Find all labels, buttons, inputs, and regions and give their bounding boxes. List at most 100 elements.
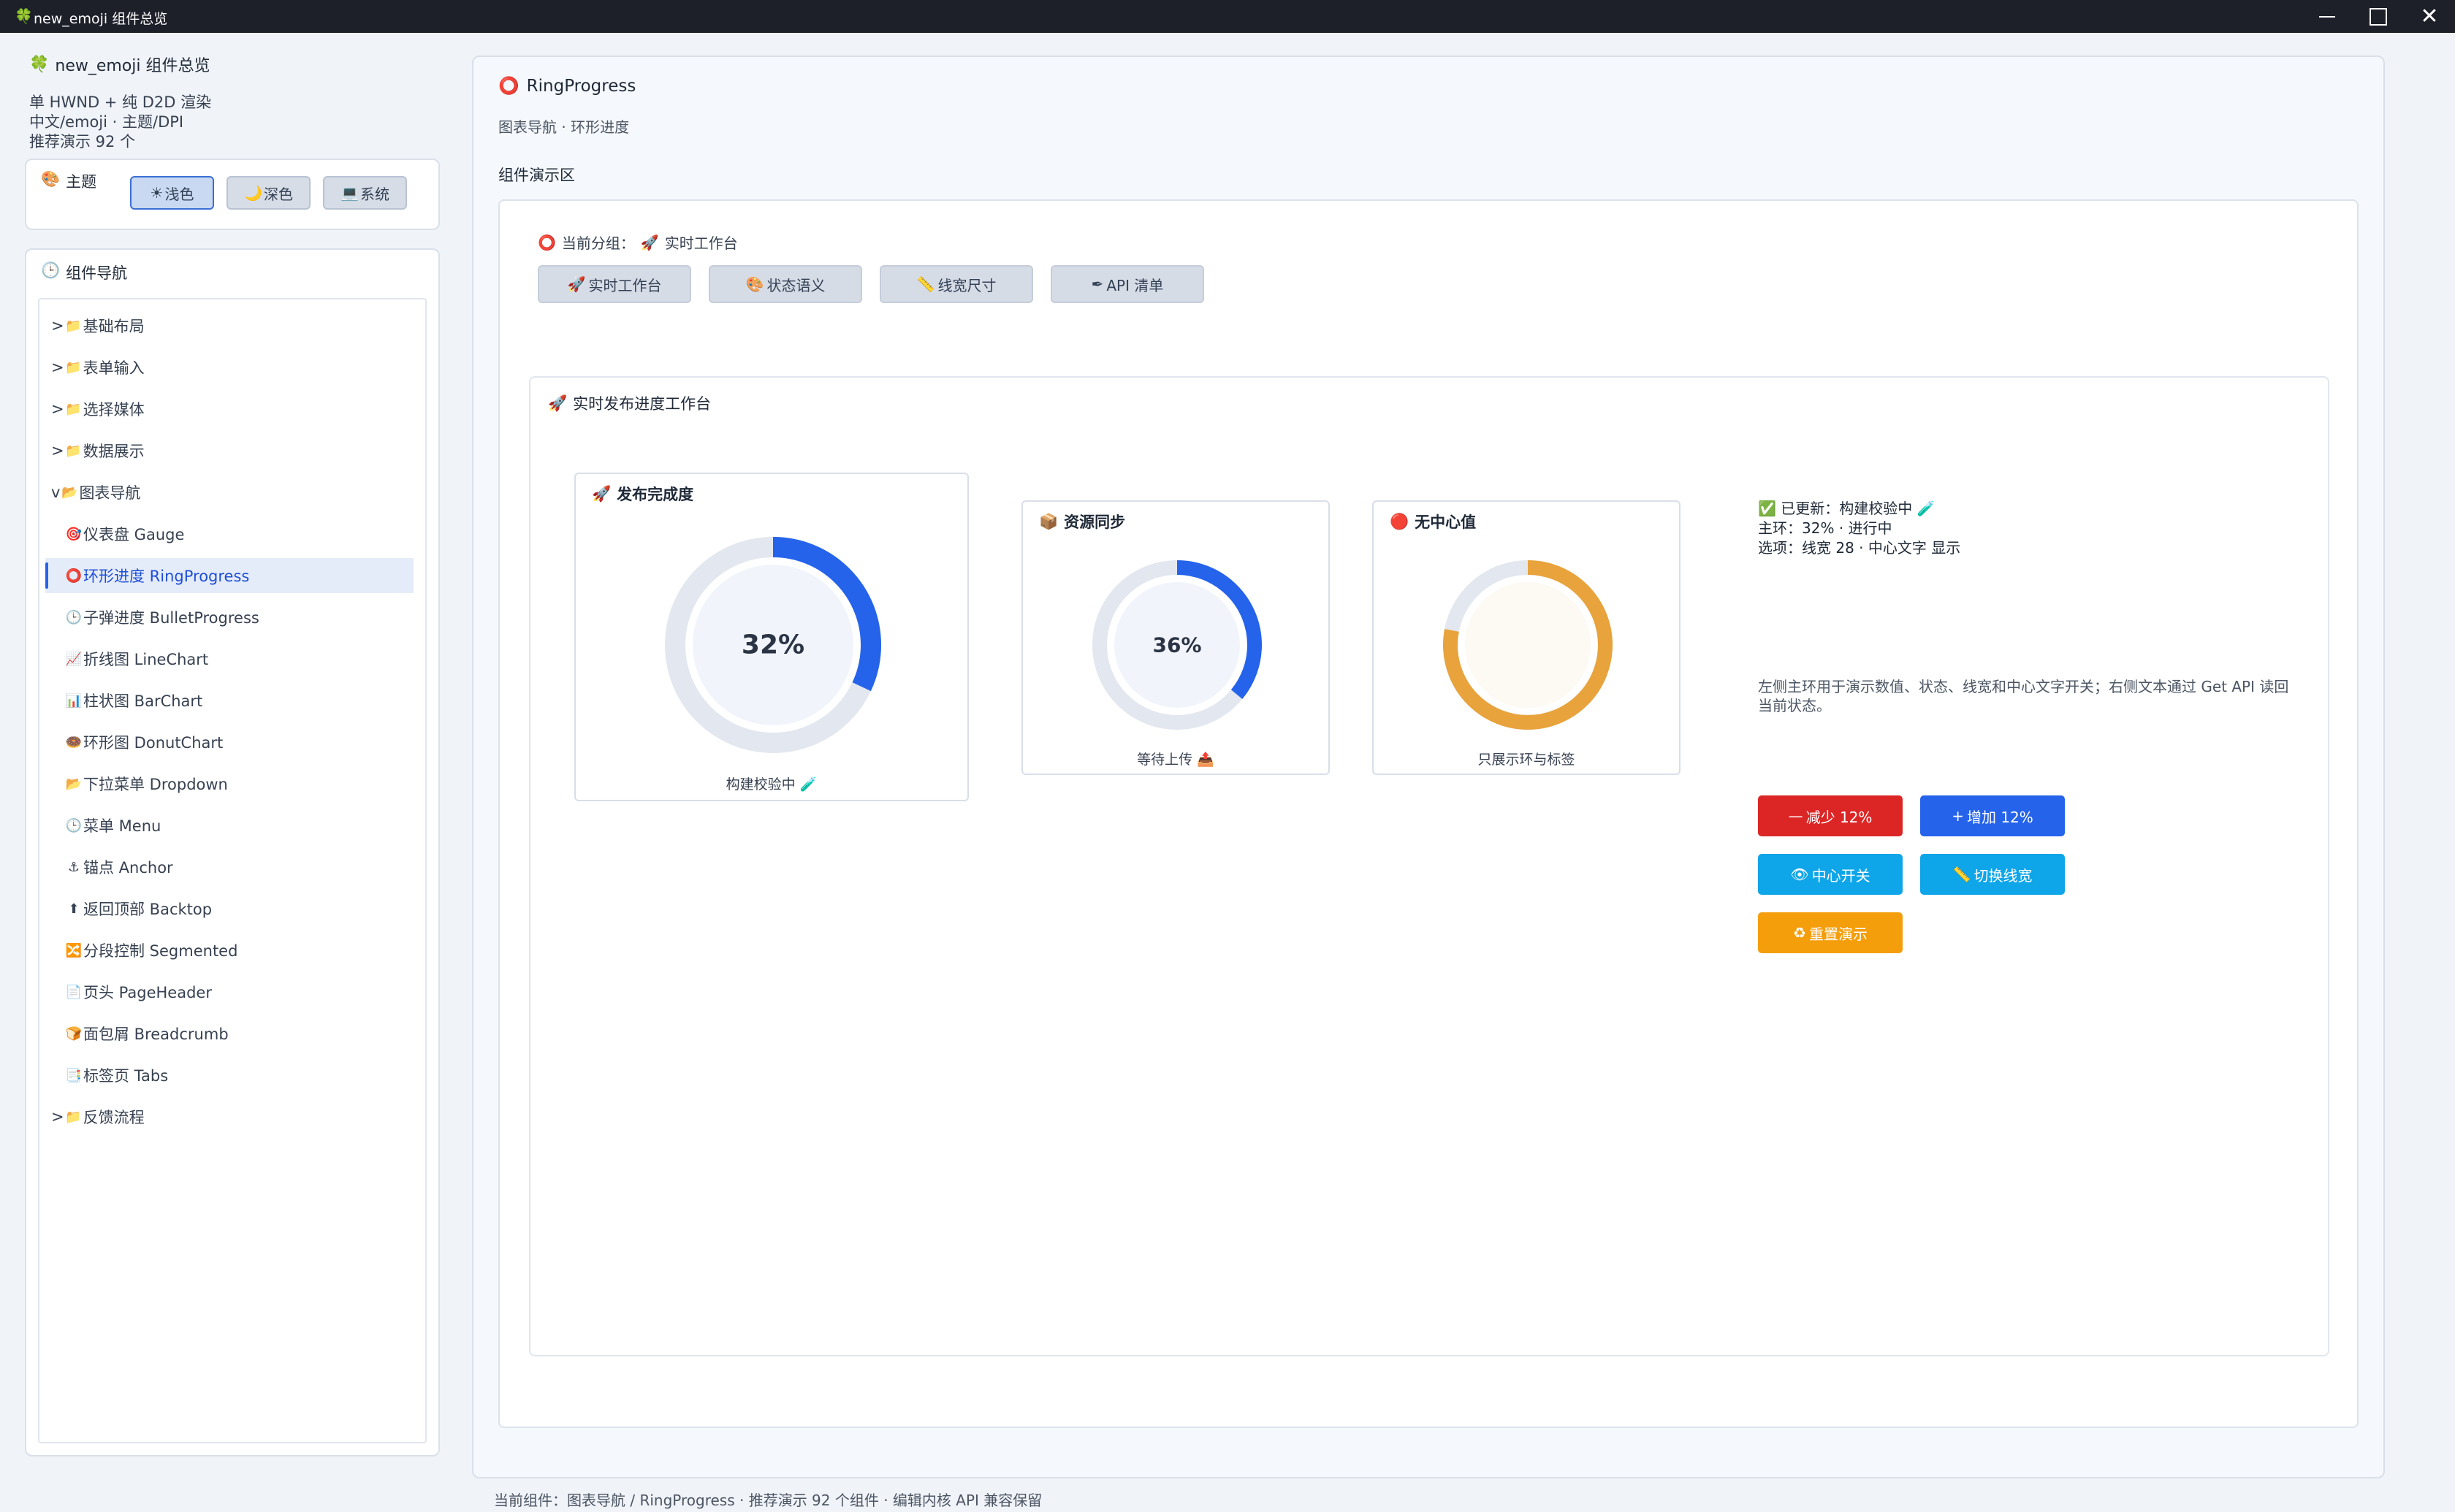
nav-item-label: 折线图 LineChart	[83, 651, 209, 668]
group-button-api[interactable]: ✒ API 清单	[1051, 265, 1204, 303]
nav-item[interactable]: 📄 页头 PageHeader	[39, 974, 414, 1009]
info-line-2: 中文/emoji · 主题/DPI	[29, 113, 184, 131]
theme-light-label: 浅色	[164, 185, 194, 203]
nav-item-label: 锚点 Anchor	[83, 859, 173, 877]
nav-item-icon: ⚓	[67, 859, 80, 875]
nav-item-icon: 🎯	[65, 526, 83, 542]
component-nav-panel: 🕒 组件导航 > 📁 基础布局 > 📁 表单输入 > 📁 选择媒体 > 📁 数据展示 v 📂 图表导航 🎯 仪表…	[25, 248, 440, 1456]
nav-item[interactable]: ⭕ 环形进度 RingProgress	[45, 558, 414, 593]
rocket-icon: 🚀	[548, 394, 568, 412]
nav-item-icon: 📑	[65, 1067, 83, 1083]
toggle-center-button[interactable]: 👁 中心开关	[1758, 854, 1903, 895]
app-header: 🍀 new_emoji 组件总览	[29, 53, 438, 76]
theme-label: 主题	[66, 173, 97, 191]
theme-system-button[interactable]: 💻 系统	[323, 176, 407, 210]
nav-item-label: 下拉菜单 Dropdown	[83, 776, 228, 793]
nav-item-label: 选择媒体	[83, 401, 145, 419]
theme-dark-label: 深色	[263, 185, 293, 203]
reset-demo-button[interactable]: ♻ 重置演示	[1758, 912, 1903, 953]
status-readout: ✅ 已更新：构建校验中 🧪 主环：32% · 进行中 选项：线宽 28 · 中心…	[1758, 499, 1960, 558]
sun-icon: ☀	[150, 184, 164, 202]
nav-item-icon: 📈	[65, 651, 83, 667]
increase-button[interactable]: + 增加 12%	[1920, 795, 2065, 836]
nav-item[interactable]: 🍩 环形图 DonutChart	[39, 725, 414, 760]
ring-progress-release: 32%	[665, 537, 881, 753]
nav-group[interactable]: > 📁 表单输入	[39, 350, 414, 385]
maximize-button[interactable]	[2353, 0, 2404, 33]
nav-item-icon: 📁	[65, 318, 82, 334]
group-name: 实时工作台	[664, 234, 738, 252]
nav-item-icon: 🍩	[65, 734, 83, 750]
nav-item[interactable]: 📑 标签页 Tabs	[39, 1058, 414, 1093]
nav-group[interactable]: > 📁 基础布局	[39, 308, 414, 343]
nav-item[interactable]: 🕒 菜单 Menu	[39, 808, 414, 843]
close-icon: ✕	[2420, 3, 2439, 29]
ring-value-label: 32%	[742, 630, 804, 660]
status-updated: ✅ 已更新：构建校验中 🧪	[1758, 500, 1936, 517]
nav-item-icon: 📂	[61, 484, 78, 500]
package-icon: 📦	[1039, 512, 1059, 530]
nav-item[interactable]: 🎯 仪表盘 Gauge	[39, 516, 414, 551]
nav-group[interactable]: > 📁 选择媒体	[39, 392, 414, 427]
ring-center	[1465, 582, 1591, 708]
info-line-3: 推荐演示 92 个	[29, 133, 136, 150]
expanded-indicator: v	[51, 484, 61, 501]
breadcrumb: 图表导航 · 环形进度	[498, 118, 630, 136]
ring-icon: ⭕	[538, 233, 556, 251]
toggle-center-label: 中心开关	[1811, 866, 1870, 885]
group-button-label: API 清单	[1106, 276, 1164, 294]
nav-item[interactable]: 🍞 面包屑 Breadcrumb	[39, 1016, 414, 1051]
plus-icon: +	[1952, 807, 1964, 825]
rocket-icon: 🚀	[567, 275, 586, 293]
group-button-realtime[interactable]: 🚀 实时工作台	[538, 265, 691, 303]
theme-light-button[interactable]: ☀ 浅色	[130, 176, 214, 210]
close-button[interactable]: ✕	[2404, 0, 2455, 33]
nav-item-icon: 🕒	[65, 609, 83, 625]
increase-label: 增加 12%	[1966, 808, 2033, 826]
theme-system-label: 系统	[359, 185, 389, 203]
collapsed-indicator: >	[51, 400, 64, 418]
app-title: new_emoji 组件总览	[55, 57, 210, 75]
recycle-icon: ♻	[1793, 924, 1806, 942]
toggle-linewidth-label: 切换线宽	[1973, 866, 2033, 885]
nav-item[interactable]: 🔀 分段控制 Segmented	[39, 933, 414, 968]
theme-panel: 🎨 主题 ☀ 浅色 🌙 深色 💻 系统	[25, 159, 440, 230]
nav-item[interactable]: 📂 下拉菜单 Dropdown	[39, 766, 414, 801]
workbench: 🚀 实时发布进度工作台 🚀 发布完成度 32% 构建校验中 🧪 📦 资源同步 3…	[529, 376, 2329, 1356]
nav-item-label: 基础布局	[83, 318, 145, 335]
nav-item-label: 环形图 DonutChart	[83, 734, 224, 752]
nav-item-label: 页头 PageHeader	[83, 984, 212, 1001]
theme-dark-button[interactable]: 🌙 深色	[227, 176, 311, 210]
ring-icon: ⭕	[498, 77, 519, 96]
nav-item[interactable]: ⬆ 返回顶部 Backtop	[39, 891, 414, 926]
demo-area: ⭕ 当前分组： 🚀 实时工作台 🚀 实时工作台 🎨 状态语义 📏 线宽尺寸 ✒ …	[498, 199, 2359, 1428]
toggle-linewidth-button[interactable]: 📏 切换线宽	[1920, 854, 2065, 895]
nav-group[interactable]: v 📂 图表导航	[39, 475, 414, 510]
nav-group[interactable]: > 📁 数据展示	[39, 433, 414, 468]
nav-item-icon: 🍞	[65, 1026, 83, 1042]
status-bar: 当前组件：图表导航 / RingProgress · 推荐演示 92 个组件 ·…	[494, 1492, 1043, 1509]
palette-icon: 🎨	[745, 275, 764, 293]
nav-item[interactable]: 🕒 子弹进度 BulletProgress	[39, 600, 414, 635]
decrease-button[interactable]: — 减少 12%	[1758, 795, 1903, 836]
group-button-linewidth[interactable]: 📏 线宽尺寸	[880, 265, 1033, 303]
nav-item[interactable]: 📊 柱状图 BarChart	[39, 683, 414, 718]
nav-item-icon: 📁	[65, 1109, 82, 1125]
minimize-button[interactable]	[2302, 0, 2353, 33]
nav-item-icon: 📁	[65, 401, 82, 417]
ring-card-release: 🚀 发布完成度 32% 构建校验中 🧪	[574, 473, 969, 801]
ring-caption: 只展示环与标签	[1477, 752, 1575, 768]
group-button-status[interactable]: 🎨 状态语义	[709, 265, 862, 303]
nav-item-icon: ⭕	[65, 568, 83, 584]
nav-tree[interactable]: > 📁 基础布局 > 📁 表单输入 > 📁 选择媒体 > 📁 数据展示 v 📂 图表导航 🎯 仪表盘 Gauge…	[38, 298, 427, 1443]
nav-item[interactable]: 📈 折线图 LineChart	[39, 641, 414, 676]
moon-icon: 🌙	[244, 184, 262, 202]
nav-item-icon: 📂	[65, 776, 83, 792]
rocket-icon: 🚀	[592, 484, 612, 503]
nav-item[interactable]: ⚓ 锚点 Anchor	[39, 849, 414, 885]
clover-icon: 🍀	[29, 55, 50, 74]
current-group: ⭕ 当前分组： 🚀 实时工作台	[538, 232, 738, 253]
nav-group[interactable]: > 📁 反馈流程	[39, 1099, 414, 1134]
clover-icon: 🍀	[15, 7, 33, 25]
workbench-title: 实时发布进度工作台	[573, 395, 712, 413]
